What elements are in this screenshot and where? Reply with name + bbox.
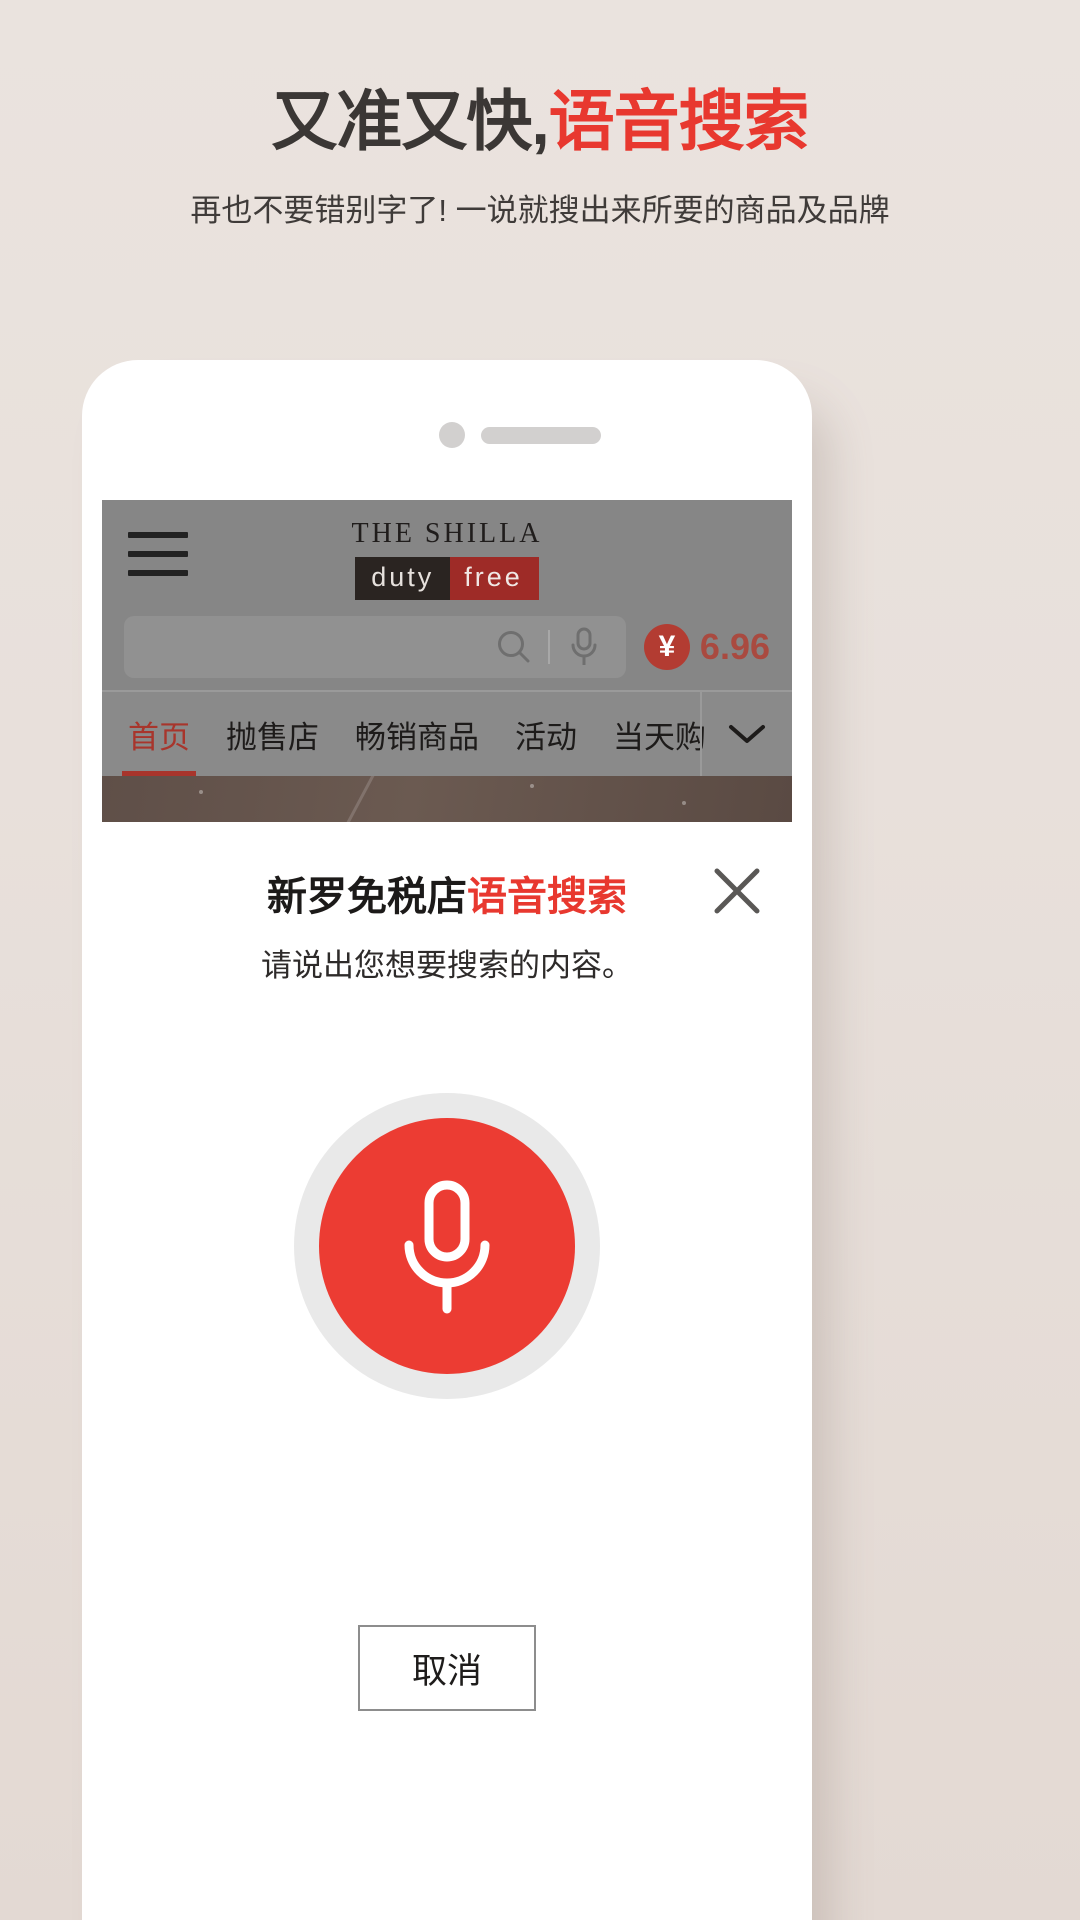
tab-events-label: 活动 (515, 719, 577, 755)
voice-modal-actions: 取消 (102, 1625, 792, 1711)
tab-bestsellers[interactable]: 畅销商品 (355, 692, 479, 776)
close-icon[interactable] (704, 858, 770, 924)
speaker-grille (481, 427, 601, 444)
app-header: THE SHILLA duty free ¥ 6.96 (102, 500, 792, 690)
search-icon[interactable] (488, 625, 540, 669)
voice-search-modal: 新罗免税店语音搜索 请说出您想要搜索的内容。 取消 (102, 822, 792, 1920)
tab-home[interactable]: 首页 (122, 692, 196, 776)
brand-logo: THE SHILLA duty free (102, 518, 792, 600)
promo-title: 又准又快,语音搜索 (0, 84, 1080, 158)
hero-banner (102, 776, 792, 822)
camera-icon (439, 422, 465, 448)
microphone-icon[interactable] (558, 625, 610, 669)
voice-modal-subtitle: 请说出您想要搜索的内容。 (261, 948, 633, 983)
tab-sameday[interactable]: 当天购 (613, 692, 706, 776)
voice-modal-header: 新罗免税店语音搜索 请说出您想要搜索的内容。 (102, 864, 792, 985)
chevron-down-icon[interactable] (700, 692, 792, 776)
app-screen: THE SHILLA duty free ¥ 6.96 首页 抛售店 畅销商品 … (102, 500, 792, 1920)
record-microphone-button[interactable] (319, 1118, 575, 1374)
tab-bestsellers-label: 畅销商品 (355, 719, 479, 755)
voice-modal-title: 新罗免税店语音搜索 (102, 864, 792, 922)
search-row: ¥ 6.96 (102, 616, 792, 678)
promo-title-accent: 语音搜索 (548, 84, 810, 158)
tab-clearance[interactable]: 抛售店 (226, 692, 319, 776)
voice-record-area (102, 1093, 792, 1399)
phone-top-bezel (82, 360, 812, 500)
promo-subtitle: 再也不要错别字了! 一说就搜出来所要的商品及品牌 (190, 193, 890, 229)
tab-home-label: 首页 (128, 719, 190, 755)
brand-tagline: duty free (355, 557, 539, 600)
brand-name: THE SHILLA (351, 518, 543, 549)
tab-events[interactable]: 活动 (515, 692, 577, 776)
promo-header: 又准又快,语音搜索 再也不要错别字了! 一说就搜出来所要的商品及品牌 (0, 0, 1080, 230)
phone-mockup: THE SHILLA duty free ¥ 6.96 首页 抛售店 畅销商品 … (82, 360, 812, 1920)
voice-modal-title-plain: 新罗免税店 (267, 875, 467, 919)
currency-rate[interactable]: ¥ 6.96 (643, 624, 770, 670)
cancel-button[interactable]: 取消 (358, 1625, 536, 1711)
currency-rate-value: 6.96 (699, 626, 770, 667)
search-input[interactable] (124, 616, 626, 678)
brand-duty-label: duty (355, 557, 451, 600)
tab-sameday-label: 当天购 (613, 719, 706, 755)
brand-free-label: free (450, 557, 539, 600)
mic-ring (294, 1093, 600, 1399)
yen-icon: ¥ (643, 624, 690, 670)
voice-modal-title-accent: 语音搜索 (467, 875, 627, 919)
tab-clearance-label: 抛售店 (226, 719, 319, 755)
promo-title-plain: 又准又快, (271, 84, 549, 158)
app-tabbar: 首页 抛售店 畅销商品 活动 当天购 (102, 690, 792, 776)
search-divider (547, 630, 550, 664)
